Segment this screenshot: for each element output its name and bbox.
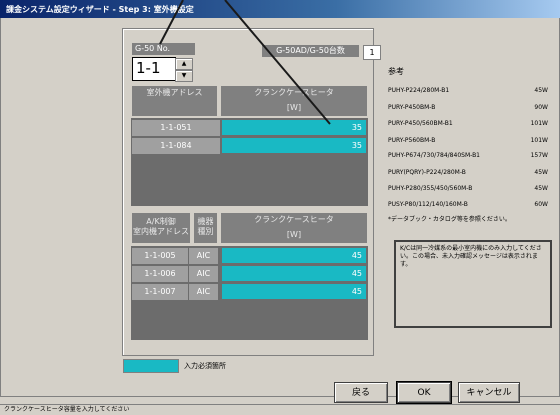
pointer-line-left (159, 0, 184, 45)
annotation-pointer-lines (159, 0, 331, 125)
pointer-line-right (224, 0, 331, 125)
